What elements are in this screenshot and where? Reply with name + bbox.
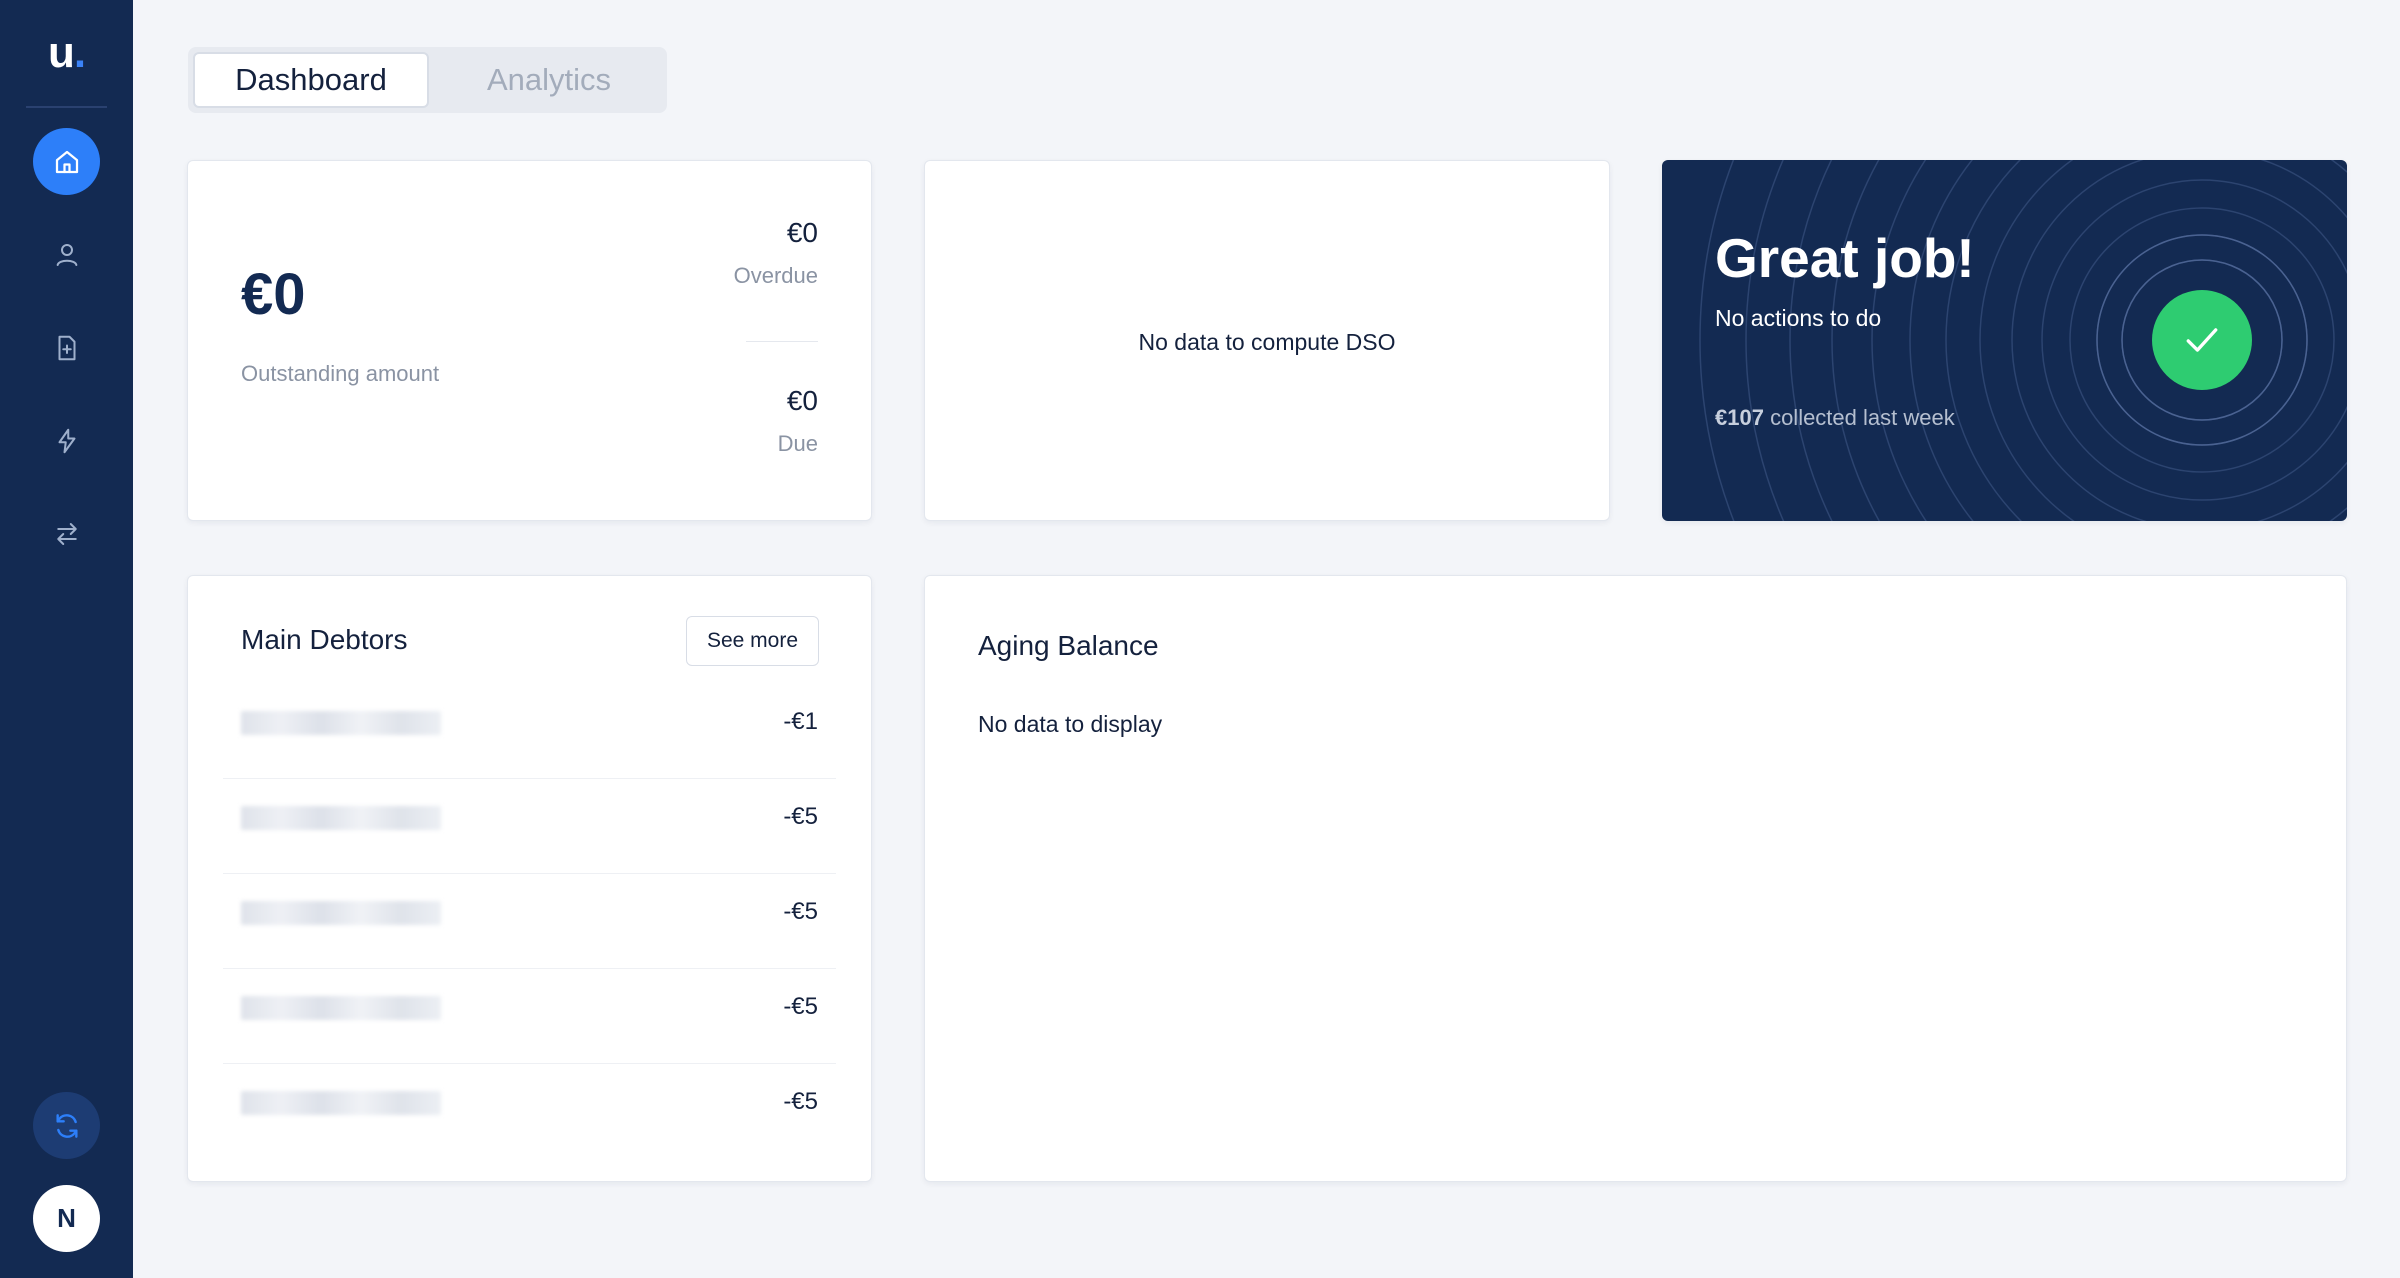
main-debtors-title: Main Debtors: [241, 624, 408, 655]
collected-summary: €107 collected last week: [1715, 405, 1955, 431]
logo-dot: .: [73, 28, 86, 77]
transfer-arrows-icon: [56, 522, 77, 545]
great-job-card: Great job! No actions to do €107 collect…: [1662, 160, 2347, 521]
logo[interactable]: u.: [0, 28, 133, 78]
overdue-value: €0: [786, 217, 818, 248]
aging-balance-title: Aging Balance: [978, 630, 1159, 661]
great-job-title: Great job!: [1715, 227, 1975, 289]
debtor-name-redacted: [241, 1091, 441, 1115]
overdue-label: Overdue: [733, 263, 818, 288]
debtor-row[interactable]: -€1: [223, 684, 836, 779]
debtor-row[interactable]: -€5: [223, 874, 836, 969]
due-value: €0: [786, 385, 818, 416]
document-icon: [58, 335, 75, 360]
debtor-amount: -€5: [783, 1088, 818, 1115]
debtor-row[interactable]: -€5: [223, 1064, 836, 1159]
see-more-button[interactable]: See more: [686, 616, 819, 666]
outstanding-card: €0 Outstanding amount €0 Overdue €0 Due: [187, 160, 872, 521]
home-icon: [55, 150, 78, 173]
due-label: Due: [777, 431, 818, 456]
logo-letter: u: [47, 28, 75, 77]
sidebar: u. N: [0, 0, 133, 1278]
sidebar-item-actions[interactable]: [33, 407, 100, 474]
debtor-name-redacted: [241, 901, 441, 925]
main-debtors-card: Main Debtors See more -€1 -€5 -€5 -€5 -€…: [187, 575, 872, 1182]
due-block: €0 Due: [778, 385, 818, 457]
user-avatar[interactable]: N: [33, 1185, 100, 1252]
debtor-row[interactable]: -€5: [223, 969, 836, 1064]
tab-dashboard[interactable]: Dashboard: [193, 52, 429, 108]
overdue-block: €0 Overdue: [734, 217, 818, 289]
outstanding-label: Outstanding amount: [241, 361, 440, 386]
aging-empty-message: No data to display: [978, 711, 1163, 737]
success-badge: [2152, 290, 2252, 390]
sync-icon: [55, 1113, 78, 1138]
sidebar-item-home[interactable]: [33, 128, 100, 195]
debtor-amount: -€5: [783, 993, 818, 1020]
collected-amount: €107: [1715, 405, 1764, 430]
view-tabs: Dashboard Analytics: [188, 47, 667, 113]
debtor-name-redacted: [241, 806, 441, 830]
aging-balance-card: Aging Balance No data to display: [924, 575, 2347, 1182]
collected-text: collected last week: [1763, 405, 1955, 430]
sync-button[interactable]: [33, 1092, 100, 1159]
user-icon: [56, 243, 77, 266]
outstanding-amount: €0: [241, 262, 306, 327]
check-icon: [2186, 328, 2218, 352]
amount-divider: [746, 341, 818, 342]
debtor-name-redacted: [241, 711, 441, 735]
debtor-amount: -€1: [783, 708, 818, 735]
dso-empty-message: No data to compute DSO: [1138, 329, 1396, 355]
great-job-subtitle: No actions to do: [1715, 305, 1882, 331]
sidebar-item-transactions[interactable]: [33, 500, 100, 567]
dso-card: No data to compute DSO: [924, 160, 1610, 521]
sidebar-item-customers[interactable]: [33, 221, 100, 288]
debtor-name-redacted: [241, 996, 441, 1020]
lightning-icon: [58, 428, 75, 453]
debtor-amount: -€5: [783, 803, 818, 830]
sidebar-divider: [26, 106, 107, 108]
tab-analytics[interactable]: Analytics: [436, 52, 662, 108]
debtor-amount: -€5: [783, 898, 818, 925]
sidebar-item-invoices[interactable]: [33, 314, 100, 381]
debtor-row[interactable]: -€5: [223, 779, 836, 874]
